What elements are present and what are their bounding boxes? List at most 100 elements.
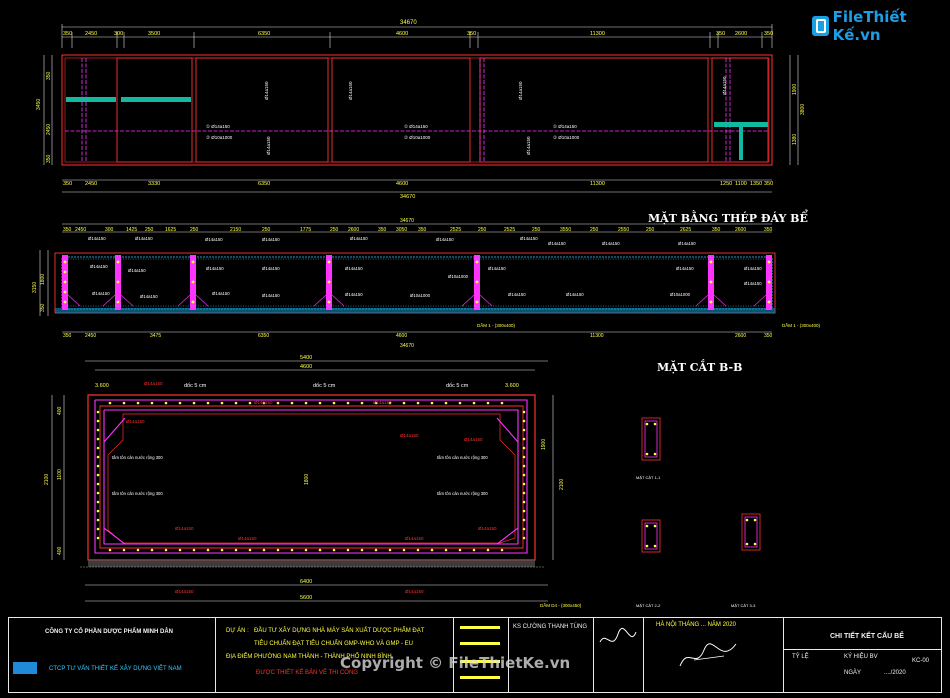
svg-text:350: 350 <box>712 227 721 233</box>
svg-text:Ø14a150: Ø14a150 <box>345 292 363 297</box>
svg-text:Ø14a150: Ø14a150 <box>520 236 538 241</box>
tb-company-cell: CÔNG TY CỔ PHẦN DƯỢC PHẨM MINH DÂN CTCP … <box>9 618 216 692</box>
svg-text:3500: 3500 <box>148 31 160 37</box>
logo-text: FileThiết Kế.vn <box>832 8 907 44</box>
svg-text:Ø14a150: Ø14a150 <box>205 237 223 242</box>
svg-text:250: 250 <box>145 227 154 233</box>
svg-text:② Ø10a1000: ② Ø10a1000 <box>553 135 580 140</box>
svg-text:① Ø14a150: ① Ø14a150 <box>404 124 428 129</box>
svg-text:Ø14a150: Ø14a150 <box>238 536 257 541</box>
svg-text:300: 300 <box>105 227 114 233</box>
svg-text:Ø14a150: Ø14a150 <box>676 266 694 271</box>
svg-text:5400: 5400 <box>300 355 312 361</box>
svg-text:350: 350 <box>764 31 773 37</box>
svg-text:4600: 4600 <box>300 364 312 370</box>
tb-date-val: ..../2020 <box>884 670 906 676</box>
svg-text:DẦM 1 - (300x400): DẦM 1 - (300x400) <box>477 322 516 328</box>
svg-text:2525: 2525 <box>504 227 515 233</box>
tb-company: CÔNG TY CỔ PHẦN DƯỢC PHẨM MINH DÂN <box>45 629 173 635</box>
svg-text:Ø14a150: Ø14a150 <box>744 281 762 286</box>
svg-text:2100: 2100 <box>559 479 565 490</box>
svg-text:2100: 2100 <box>44 474 50 485</box>
svg-text:Ø10a1000: Ø10a1000 <box>410 293 431 298</box>
svg-text:3150: 3150 <box>32 282 38 293</box>
svg-text:Ø14a150: Ø14a150 <box>400 433 419 438</box>
tb-scale-label: TỶ LỆ <box>792 654 809 660</box>
svg-text:2450: 2450 <box>85 181 97 187</box>
svg-text:Ø14a150: Ø14a150 <box>206 266 224 271</box>
svg-text:2150: 2150 <box>230 227 241 233</box>
svg-text:2450: 2450 <box>85 31 97 37</box>
svg-text:250: 250 <box>330 227 339 233</box>
tb-project-2: TIÊU CHUẨN ĐẠT TIÊU CHUẨN GMP-WHO VÀ GMP… <box>254 641 414 647</box>
svg-text:250: 250 <box>190 227 199 233</box>
svg-text:350: 350 <box>63 181 72 187</box>
svg-text:tấm tôn cản nước rộng 300: tấm tôn cản nước rộng 300 <box>112 455 163 460</box>
svg-text:4600: 4600 <box>396 181 408 187</box>
svg-text:5600: 5600 <box>300 595 312 601</box>
svg-text:1900: 1900 <box>792 84 798 95</box>
svg-text:tấm tôn cản nước rộng 300: tấm tôn cản nước rộng 300 <box>437 455 488 460</box>
svg-text:1100: 1100 <box>57 469 63 480</box>
svg-text:Ø14a150: Ø14a150 <box>744 266 762 271</box>
svg-text:Ø14a150: Ø14a150 <box>135 236 153 241</box>
svg-text:4600: 4600 <box>396 333 407 339</box>
tb-drawing-title: CHI TIẾT KẾT CẤU BỂ <box>830 633 904 640</box>
svg-text:250: 250 <box>590 227 599 233</box>
signature-1 <box>599 627 637 643</box>
svg-text:350: 350 <box>378 227 387 233</box>
tb-drawing-cell: CHI TIẾT KẾT CẤU BỂ TỶ LỆ KÝ HIỆU BV KC-… <box>784 618 941 692</box>
svg-text:2600: 2600 <box>348 227 359 233</box>
svg-text:350: 350 <box>46 154 52 163</box>
svg-text:Ø14a150: Ø14a150 <box>348 81 353 100</box>
svg-text:Ø14a150: Ø14a150 <box>405 536 424 541</box>
tb-role-1: KS CƯỜNG THANH TÙNG <box>513 624 588 630</box>
svg-text:2600: 2600 <box>735 227 746 233</box>
svg-text:400: 400 <box>57 546 63 555</box>
tb-project: ĐẦU TƯ XÂY DỰNG NHÀ MÁY SẢN XUẤT DƯỢC PH… <box>254 628 425 634</box>
dim-total: 34670 <box>400 20 417 26</box>
tb-sheet-label: KÝ HIỆU BV <box>844 654 878 660</box>
svg-text:Ø14a150: Ø14a150 <box>175 526 194 531</box>
svg-text:Ø14a150: Ø14a150 <box>602 241 620 246</box>
svg-text:Ø14a150: Ø14a150 <box>436 237 454 242</box>
svg-text:350: 350 <box>63 333 72 339</box>
svg-text:1625: 1625 <box>165 227 176 233</box>
svg-text:Ø10a1000: Ø10a1000 <box>670 292 691 297</box>
tb-sheet-no: KC-00 <box>912 658 930 664</box>
svg-text:3.600: 3.600 <box>505 383 519 389</box>
svg-text:3475: 3475 <box>150 333 161 339</box>
svg-text:1250: 1250 <box>720 181 732 187</box>
svg-text:1900: 1900 <box>541 439 547 450</box>
svg-text:Ø14a150: Ø14a150 <box>488 266 506 271</box>
svg-text:350: 350 <box>764 181 773 187</box>
svg-text:dốc 5 cm: dốc 5 cm <box>446 383 469 389</box>
svg-text:2525: 2525 <box>450 227 461 233</box>
top-plan-view: 34670 350 2450 300 3500 6350 4600 350 11300 35… <box>36 20 806 200</box>
svg-text:250: 250 <box>478 227 487 233</box>
dim-row-top: 350 2450 300 3500 6350 4600 350 11300 350 2600… <box>63 31 773 37</box>
cad-drawing: 34670 350 2450 300 3500 6350 4600 350 11300 35… <box>32 20 821 608</box>
svg-text:Ø14a150: Ø14a150 <box>262 266 280 271</box>
svg-text:Ø14a150: Ø14a150 <box>518 81 523 100</box>
svg-text:Ø14a150: Ø14a150 <box>478 526 497 531</box>
svg-text:Ø14a150: Ø14a150 <box>548 241 566 246</box>
svg-text:6400: 6400 <box>300 579 312 585</box>
svg-text:dốc 5 cm: dốc 5 cm <box>184 383 207 389</box>
svg-text:1800: 1800 <box>304 474 310 485</box>
plan-title: MẶT BẰNG THÉP ĐÁY BỂ <box>648 209 808 225</box>
svg-text:Ø14a150: Ø14a150 <box>345 266 363 271</box>
svg-text:1380: 1380 <box>792 134 798 145</box>
tb-location-label: ĐỊA ĐIỂM : <box>226 654 256 660</box>
svg-text:Ø14a150: Ø14a150 <box>140 294 158 299</box>
section-view: 5400 4600 dốc 5 cm dốc 5 cm dốc 5 cm 3.6… <box>44 355 582 608</box>
detail-sections <box>641 417 761 553</box>
svg-text:Ø10a1000: Ø10a1000 <box>448 274 469 279</box>
tb-sign-cell <box>594 618 644 692</box>
svg-text:Ø14a150: Ø14a150 <box>266 136 271 155</box>
svg-text:① Ø14a150: ① Ø14a150 <box>553 124 577 129</box>
svg-text:Ø14a150: Ø14a150 <box>464 437 483 442</box>
svg-text:2600: 2600 <box>735 333 746 339</box>
svg-text:Ø14a150: Ø14a150 <box>526 136 531 155</box>
svg-text:34670: 34670 <box>400 343 414 349</box>
